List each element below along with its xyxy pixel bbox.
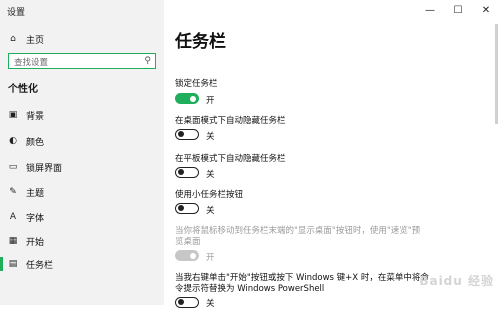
lockscreen-icon: ▭: [8, 162, 18, 172]
sidebar-item-label: 字体: [26, 213, 45, 224]
setting-label-autohide-tablet: 在平板模式下自动隐藏任务栏: [175, 154, 286, 164]
sidebar-item-colors[interactable]: ◐ 颜色: [0, 131, 164, 151]
sidebar-item-background[interactable]: ▣ 背景: [0, 105, 164, 125]
sidebar-item-start[interactable]: ▦ 开始: [0, 231, 164, 251]
palette-icon: ◐: [9, 136, 17, 146]
toggle-state: 关: [206, 206, 215, 216]
toggle-state: 关: [206, 299, 215, 309]
toggle-lock-taskbar[interactable]: [175, 93, 199, 104]
toggle-knob: [190, 252, 196, 259]
sidebar-item-fonts[interactable]: A 字体: [0, 207, 164, 227]
sidebar-item-label: 主题: [26, 188, 45, 199]
watermark: Baidu 经验: [419, 274, 494, 288]
minimize-button[interactable]: —: [416, 0, 444, 20]
toggle-state: 关: [206, 170, 215, 180]
setting-label-powershell-line2: 令提示符替换为 Windows PowerShell: [175, 284, 325, 294]
search-input[interactable]: 查找设置 ⚲: [8, 53, 156, 69]
toggle-knob: [178, 131, 184, 137]
toggle-state: 开: [206, 96, 215, 106]
page-title: 任务栏: [175, 32, 226, 52]
sidebar-item-themes[interactable]: ✎ 主题: [0, 182, 164, 202]
sidebar-item-home[interactable]: ⌂ 主页: [0, 29, 164, 49]
sidebar-item-label: 背景: [26, 111, 45, 122]
brush-icon: ✎: [9, 187, 17, 197]
home-icon: ⌂: [10, 34, 16, 44]
toggle-powershell[interactable]: [175, 297, 199, 308]
toggle-state: 关: [206, 132, 215, 142]
taskbar-icon: ▤: [8, 259, 18, 269]
font-icon: A: [9, 212, 17, 222]
picture-icon: ▣: [8, 110, 18, 120]
toggle-knob: [178, 169, 184, 175]
sidebar-item-taskbar[interactable]: ▤ 任务栏: [0, 254, 164, 274]
sidebar-item-label: 开始: [26, 237, 45, 248]
toggle-autohide-desktop[interactable]: [175, 129, 199, 140]
toggle-peek: [175, 250, 199, 261]
setting-label-small-buttons: 使用小任务栏按钮: [175, 190, 244, 200]
start-icon: ▦: [8, 236, 18, 246]
toggle-knob: [178, 205, 184, 211]
maximize-button[interactable]: ☐: [444, 0, 472, 20]
toggle-state: 开: [206, 253, 215, 263]
toggle-small-buttons[interactable]: [175, 203, 199, 214]
toggle-knob: [178, 299, 184, 305]
sidebar-item-label: 锁屏界面: [26, 163, 63, 174]
scrollbar[interactable]: [495, 24, 498, 124]
sidebar-item-label: 任务栏: [26, 260, 54, 271]
search-icon: ⚲: [144, 56, 151, 66]
setting-label-peek-line1: 当你将鼠标移动到任务栏末端的"显示桌面"按钮时，使用"速览"预: [175, 226, 421, 236]
toggle-autohide-tablet[interactable]: [175, 167, 199, 178]
setting-label-lock-taskbar: 锁定任务栏: [175, 79, 218, 89]
window-controls: — ☐ ✕: [416, 0, 500, 20]
setting-label-autohide-desktop: 在桌面模式下自动隐藏任务栏: [175, 116, 286, 126]
search-placeholder: 查找设置: [14, 58, 49, 68]
section-title: 个性化: [8, 84, 38, 95]
close-button[interactable]: ✕: [472, 0, 500, 20]
setting-label-peek-line2: 览桌面: [175, 237, 201, 247]
toggle-knob: [190, 95, 196, 102]
sidebar-item-label: 主页: [26, 35, 45, 46]
sidebar-item-label: 颜色: [26, 137, 45, 148]
window-title: 设置: [7, 8, 26, 18]
sidebar-item-lockscreen[interactable]: ▭ 锁屏界面: [0, 157, 164, 177]
